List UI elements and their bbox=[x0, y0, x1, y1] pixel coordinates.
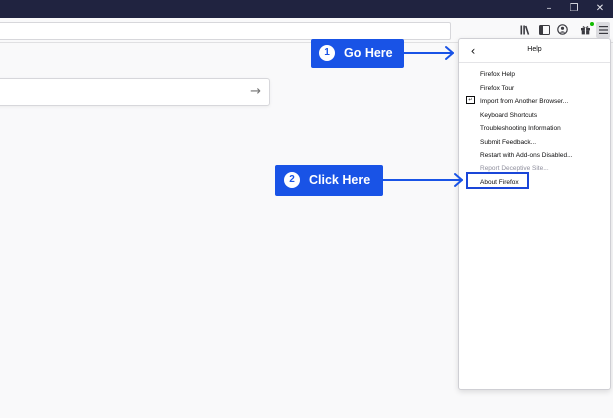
arrow-to-menu bbox=[403, 46, 454, 60]
callout-arrows bbox=[382, 46, 463, 187]
arrow-to-about bbox=[382, 173, 463, 187]
